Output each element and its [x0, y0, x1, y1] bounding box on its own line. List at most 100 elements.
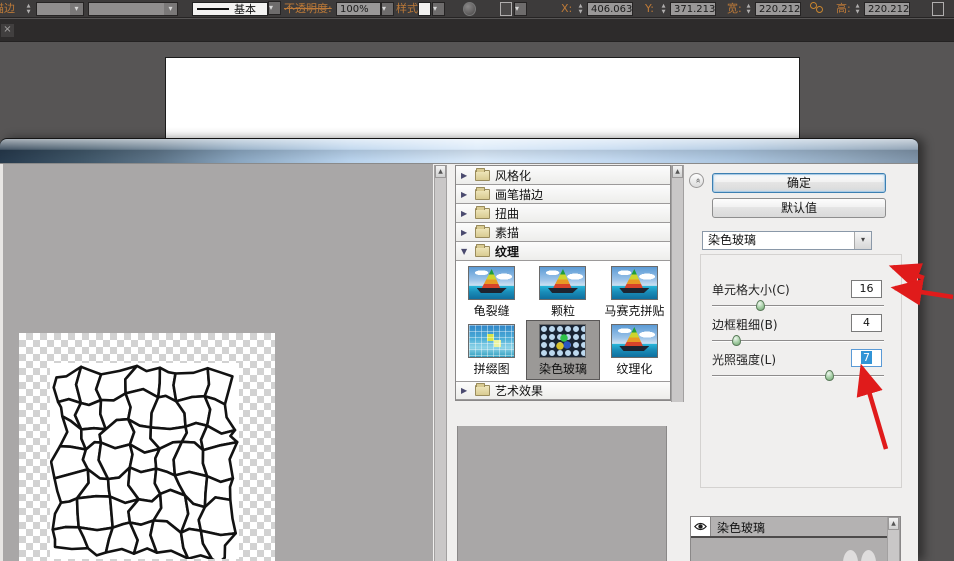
collapse-icon[interactable]: ▼: [461, 247, 470, 256]
align-icon[interactable]: [500, 2, 512, 16]
y-stepper[interactable]: ▲▼: [659, 2, 668, 16]
filter-controls-panel: « 确定 默认值 染色玻璃 ▾ 单元格大小(C) 16 边框粗细(B) 4: [684, 164, 918, 561]
filter-select-value: 染色玻璃: [708, 233, 756, 247]
transform-panel-icon[interactable]: [932, 2, 944, 16]
style-arrow[interactable]: ▾: [432, 2, 445, 16]
effect-layer-label: 染色玻璃: [717, 519, 765, 536]
style-swatch[interactable]: [418, 2, 431, 16]
folder-icon: [475, 208, 490, 219]
width-stepper[interactable]: ▲▼: [744, 2, 753, 16]
stroke-preview-line: [197, 8, 229, 10]
visibility-toggle[interactable]: [691, 517, 711, 536]
filter-thumbnail-grid: 龟裂缝 颗粒 马赛克拼贴 拼缀图: [456, 261, 670, 381]
category-brush-strokes[interactable]: ▶ 画笔描边: [456, 185, 670, 204]
category-sketch[interactable]: ▶ 素描: [456, 223, 670, 242]
border-thickness-slider[interactable]: [712, 340, 884, 342]
category-stylize[interactable]: ▶ 风格化: [456, 166, 670, 185]
expand-icon[interactable]: ▶: [461, 228, 470, 237]
thumbnail-image: [539, 324, 586, 358]
opacity-value[interactable]: 100%: [336, 2, 381, 16]
filter-thumb-stained-glass[interactable]: 染色玻璃: [527, 321, 598, 379]
light-intensity-label: 光照强度(L): [712, 351, 776, 368]
filter-list-filler: [457, 426, 667, 561]
brush-definition-value: 基本: [234, 1, 256, 17]
filter-category-list: ▶ 风格化 ▶ 画笔描边 ▶ 扭曲 ▶ 素描: [455, 165, 671, 401]
effect-layer-row[interactable]: 染色玻璃: [691, 517, 900, 538]
layers-scrollbar[interactable]: ▲: [887, 517, 900, 561]
filter-thumb-grain[interactable]: 颗粒: [527, 263, 598, 321]
folder-icon: [475, 189, 490, 200]
filter-select[interactable]: 染色玻璃 ▾: [702, 231, 872, 250]
chevron-down-icon: ▾: [433, 3, 437, 15]
folder-icon: [475, 170, 490, 181]
filter-thumb-texturizer[interactable]: 纹理化: [599, 321, 670, 379]
slider-thumb[interactable]: [732, 335, 741, 346]
filter-list-scrollbar[interactable]: ▲: [671, 165, 684, 402]
stained-glass-preview: [50, 363, 239, 559]
expand-icon[interactable]: ▶: [461, 386, 470, 395]
x-label: X:: [561, 2, 572, 16]
slider-thumb[interactable]: [756, 300, 765, 311]
filter-thumb-craquelure[interactable]: 龟裂缝: [456, 263, 527, 321]
scroll-up-icon[interactable]: ▲: [435, 165, 446, 178]
stroke-weight-stepper[interactable]: ▲▼: [24, 2, 33, 16]
chevron-down-icon[interactable]: ▾: [854, 232, 871, 249]
collapse-panel-icon[interactable]: «: [689, 173, 704, 188]
brush-definition-arrow[interactable]: ▾: [268, 1, 281, 15]
height-stepper[interactable]: ▲▼: [853, 2, 862, 16]
y-field[interactable]: 371.213: [670, 2, 716, 16]
light-intensity-field[interactable]: 7: [851, 349, 882, 367]
border-thickness-field[interactable]: 4: [851, 314, 882, 332]
chevron-down-icon: ▾: [269, 2, 273, 14]
default-button[interactable]: 默认值: [712, 198, 886, 218]
width-field[interactable]: 220.212: [755, 2, 801, 16]
scroll-up-icon[interactable]: ▲: [672, 165, 683, 178]
preview-scrollbar[interactable]: ▲: [434, 165, 447, 561]
opacity-label[interactable]: 不透明度:: [284, 2, 332, 16]
thumbnail-image: [468, 266, 515, 300]
filter-preview-pane: [0, 164, 433, 561]
ok-button[interactable]: 确定: [712, 173, 886, 193]
expand-icon[interactable]: ▶: [461, 190, 470, 199]
link-dimensions-icon[interactable]: [810, 2, 824, 16]
cell-size-field[interactable]: 16: [851, 280, 882, 298]
control-bar: 描边 ▲▼ ▾ ▾ 基本 ▾ 不透明度: 100% ▾ 样式: ▾ ▾ X: ▲…: [0, 0, 954, 18]
light-intensity-slider[interactable]: [712, 375, 884, 377]
scroll-up-icon[interactable]: ▲: [888, 517, 899, 530]
chevron-down-icon: ▾: [164, 3, 177, 15]
height-field[interactable]: 220.212: [864, 2, 910, 16]
recolor-artwork-icon[interactable]: [463, 2, 476, 16]
folder-icon: [475, 385, 490, 396]
thumbnail-image: [539, 266, 586, 300]
category-texture[interactable]: ▼ 纹理: [456, 242, 670, 261]
opacity-arrow[interactable]: ▾: [381, 2, 394, 16]
application-window: 描边 ▲▼ ▾ ▾ 基本 ▾ 不透明度: 100% ▾ 样式: ▾ ▾ X: ▲…: [0, 0, 954, 561]
reference-point-grid-icon[interactable]: [537, 2, 549, 16]
cell-size-label: 单元格大小(C): [712, 281, 790, 298]
effect-layers-panel: 染色玻璃 ▲: [690, 516, 901, 561]
brush-definition-select[interactable]: 基本: [192, 2, 268, 16]
artboard: [165, 57, 800, 139]
open-folder-icon: [475, 246, 490, 257]
expand-icon[interactable]: ▶: [461, 171, 470, 180]
y-label: Y:: [645, 2, 654, 16]
category-distort[interactable]: ▶ 扭曲: [456, 204, 670, 223]
width-label: 宽:: [727, 2, 742, 16]
stroke-weight-select[interactable]: ▾: [36, 2, 84, 16]
variable-width-select[interactable]: ▾: [88, 2, 178, 16]
x-field[interactable]: 406.063: [587, 2, 633, 16]
chevron-down-icon: ▾: [70, 3, 83, 15]
align-arrow[interactable]: ▾: [514, 2, 527, 16]
cell-size-slider[interactable]: [712, 305, 884, 307]
dialog-titlebar[interactable]: [0, 138, 918, 163]
slider-thumb[interactable]: [825, 370, 834, 381]
filter-thumb-patchwork[interactable]: 拼缀图: [456, 321, 527, 379]
close-tab-icon[interactable]: ×: [1, 24, 14, 37]
thumbnail-image: [611, 324, 658, 358]
category-artistic[interactable]: ▶ 艺术效果: [456, 381, 670, 400]
filter-thumb-mosaic-tiles[interactable]: 马赛克拼贴: [599, 263, 670, 321]
x-stepper[interactable]: ▲▼: [576, 2, 585, 16]
decorative-blob: [843, 550, 858, 561]
folder-icon: [475, 227, 490, 238]
expand-icon[interactable]: ▶: [461, 209, 470, 218]
